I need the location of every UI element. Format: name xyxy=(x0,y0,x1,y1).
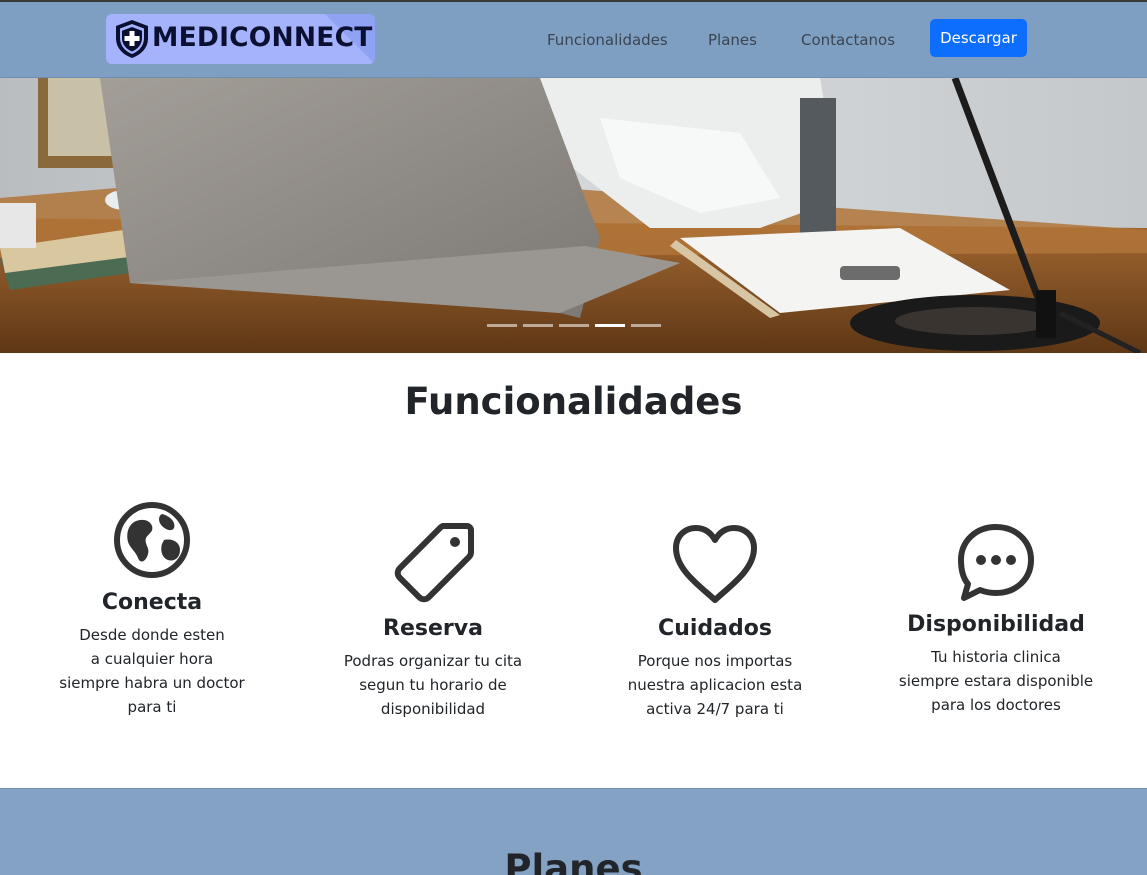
navbar: MEDICONNECT Funcionalidades Planes Conta… xyxy=(0,2,1147,78)
feature-title: Conecta xyxy=(101,590,203,615)
section-title-funcionalidades: Funcionalidades xyxy=(404,380,743,423)
section-title-planes: Planes xyxy=(504,847,643,875)
globe-icon xyxy=(114,502,190,578)
feature-title: Reserva xyxy=(383,616,483,641)
feature-description: Porque nos importas nuestra aplicacion e… xyxy=(627,652,803,718)
feature-conecta: Conecta Desde donde esten a cualquier ho… xyxy=(32,500,272,719)
chat-dots-icon xyxy=(958,524,1034,601)
nav-link-funcionalidades[interactable]: Funcionalidades xyxy=(547,31,668,49)
heart-icon xyxy=(673,525,757,603)
feature-title: Disponibilidad xyxy=(907,612,1085,637)
feature-disponibilidad: Disponibilidad Tu historia clinica siemp… xyxy=(876,522,1116,717)
feature-description: Podras organizar tu cita segun tu horari… xyxy=(343,652,523,718)
download-button[interactable]: Descargar xyxy=(930,19,1027,57)
carousel-indicator-active[interactable] xyxy=(595,324,625,327)
carousel-indicator[interactable] xyxy=(523,324,553,327)
brand-logo[interactable]: MEDICONNECT xyxy=(106,14,375,64)
nav-link-planes[interactable]: Planes xyxy=(708,31,757,49)
shield-cross-icon xyxy=(116,20,148,58)
carousel-indicator[interactable] xyxy=(487,324,517,327)
hero-carousel xyxy=(0,78,1147,353)
nav-link-contactanos[interactable]: Contactanos xyxy=(801,31,895,49)
carousel-indicator[interactable] xyxy=(559,324,589,327)
hero-desk-laptop-image xyxy=(0,78,1147,353)
feature-description: Desde donde esten a cualquier hora siemp… xyxy=(59,626,245,716)
carousel-indicator[interactable] xyxy=(631,324,661,327)
planes-section: Planes xyxy=(0,788,1147,875)
tag-icon xyxy=(394,523,474,603)
feature-title: Cuidados xyxy=(658,616,772,641)
feature-description: Tu historia clinica siempre estara dispo… xyxy=(898,648,1094,714)
carousel-indicators xyxy=(487,324,661,327)
brand-name: MEDICONNECT xyxy=(152,22,373,53)
feature-reserva: Reserva Podras organizar tu cita segun t… xyxy=(313,522,553,721)
feature-cuidados: Cuidados Porque nos importas nuestra apl… xyxy=(595,522,835,721)
